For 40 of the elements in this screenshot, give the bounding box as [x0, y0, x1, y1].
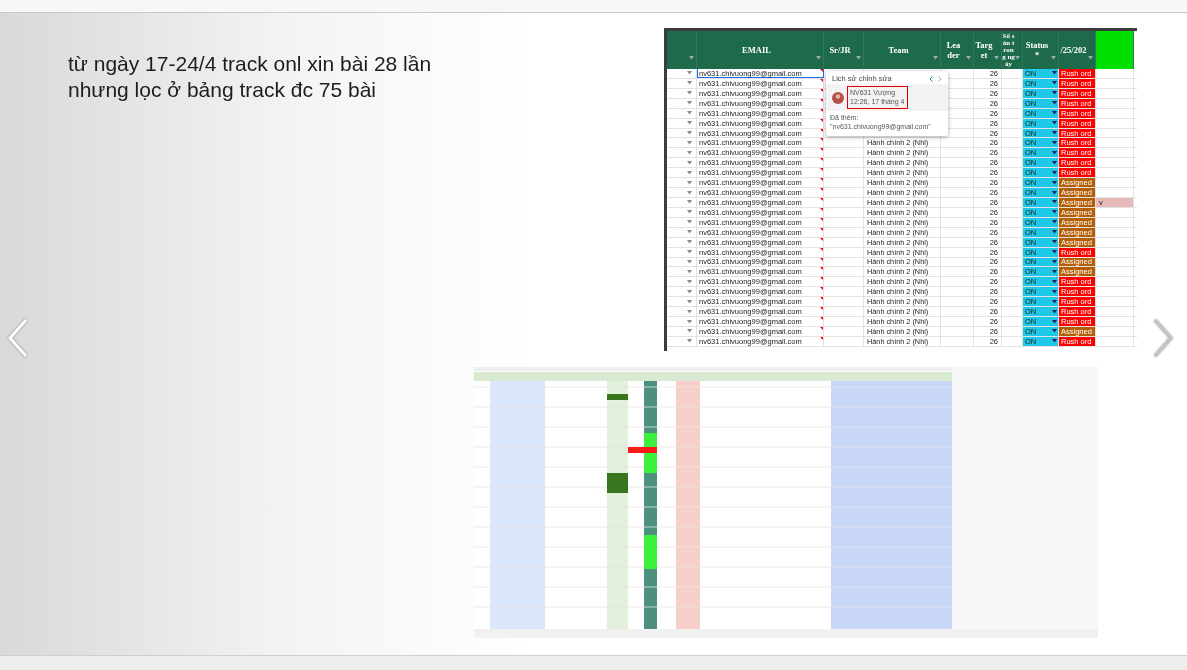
note-marker-icon — [820, 287, 823, 291]
note-marker-icon — [820, 88, 823, 92]
note-marker-icon — [820, 168, 823, 172]
note-marker-icon — [820, 138, 823, 142]
note-marker-icon — [820, 178, 823, 182]
note-marker-icon — [820, 148, 823, 152]
note-marker-icon — [820, 257, 823, 261]
column-header: Team — [864, 31, 941, 69]
note-marker-icon — [820, 198, 823, 201]
previous-icon[interactable] — [929, 75, 933, 82]
note-marker-icon — [820, 277, 823, 281]
note-marker-icon — [820, 237, 823, 241]
note-marker-icon — [820, 326, 823, 330]
column-header: EMAIL — [697, 31, 824, 69]
note-marker-icon — [820, 188, 823, 192]
column-header — [1096, 31, 1134, 69]
column-header: Status * — [1023, 31, 1059, 69]
note-marker-icon — [820, 336, 823, 340]
note-marker-icon — [820, 267, 823, 271]
slide-note: từ ngày 17-24/4 track onl xin bài 28 lần nhưng lọc ở bảng track đc 75 bài — [68, 51, 433, 103]
note-marker-icon — [820, 207, 823, 211]
note-marker-icon — [820, 98, 823, 102]
column-header: Leader — [941, 31, 974, 69]
note-marker-icon — [820, 307, 823, 311]
note-marker-icon — [820, 128, 823, 132]
note-marker-icon — [820, 78, 823, 82]
column-header: Sr/JR — [824, 31, 864, 69]
avatar-icon — [832, 91, 844, 104]
note-marker-icon — [820, 227, 823, 231]
note-marker-icon — [820, 108, 823, 112]
note-marker-icon — [820, 217, 823, 221]
note-marker-icon — [820, 247, 823, 251]
note-marker-icon — [820, 297, 823, 301]
note-marker-icon — [820, 158, 823, 162]
column-header: Target — [974, 31, 1002, 69]
column-header: /25/202 — [1059, 31, 1096, 69]
note-marker-icon — [820, 118, 823, 122]
previous-slide-icon[interactable] — [6, 318, 30, 358]
next-icon[interactable] — [938, 75, 942, 82]
note-marker-icon — [820, 317, 823, 321]
